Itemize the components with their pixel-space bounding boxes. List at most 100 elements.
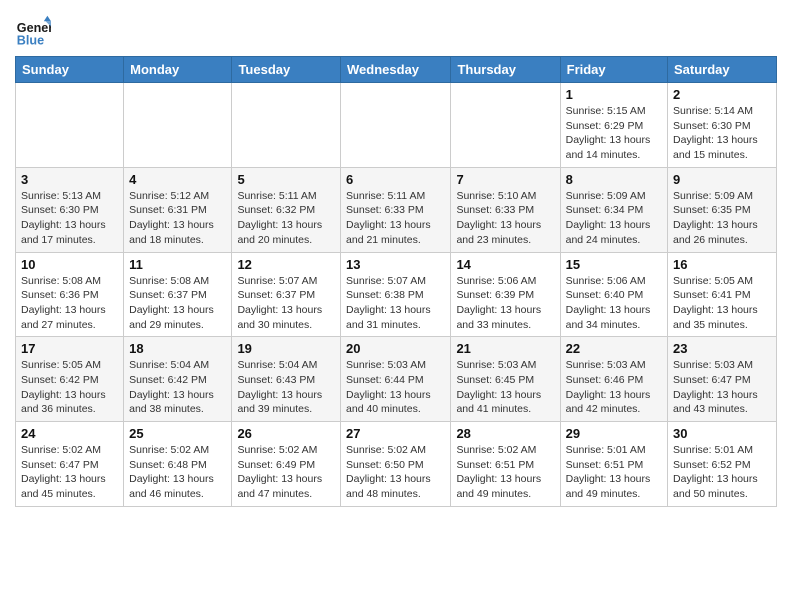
day-info: Sunrise: 5:15 AM Sunset: 6:29 PM Dayligh… [566,104,662,163]
day-number: 5 [237,172,335,187]
calendar-cell [124,83,232,168]
calendar-cell: 11Sunrise: 5:08 AM Sunset: 6:37 PM Dayli… [124,252,232,337]
day-number: 6 [346,172,445,187]
day-number: 30 [673,426,771,441]
calendar-cell: 1 Sunrise: 5:15 AM Sunset: 6:29 PM Daylig… [560,83,667,168]
calendar-cell: 3Sunrise: 5:13 AM Sunset: 6:30 PM Daylig… [16,167,124,252]
day-info: Sunrise: 5:11 AM Sunset: 6:32 PM Dayligh… [237,189,335,248]
day-number: 19 [237,341,335,356]
calendar-cell: 24 Sunrise: 5:02 AM Sunset: 6:47 PM Dayli… [16,422,124,507]
day-number: 18 [129,341,226,356]
calendar-cell [232,83,341,168]
day-number: 16 [673,257,771,272]
calendar-cell [451,83,560,168]
calendar-cell: 20Sunrise: 5:03 AM Sunset: 6:44 PM Dayli… [341,337,451,422]
calendar-cell: 8 Sunrise: 5:09 AM Sunset: 6:34 PM Daylig… [560,167,667,252]
calendar-cell: 25Sunrise: 5:02 AM Sunset: 6:48 PM Dayli… [124,422,232,507]
day-of-week-header: Tuesday [232,57,341,83]
day-number: 15 [566,257,662,272]
day-info: Sunrise: 5:04 AM Sunset: 6:43 PM Dayligh… [237,358,335,417]
day-info: Sunrise: 5:03 AM Sunset: 6:47 PM Dayligh… [673,358,771,417]
calendar-cell: 27Sunrise: 5:02 AM Sunset: 6:50 PM Dayli… [341,422,451,507]
day-info: Sunrise: 5:05 AM Sunset: 6:41 PM Dayligh… [673,274,771,333]
calendar-cell: 10 Sunrise: 5:08 AM Sunset: 6:36 PM Dayli… [16,252,124,337]
day-info: Sunrise: 5:04 AM Sunset: 6:42 PM Dayligh… [129,358,226,417]
day-info: Sunrise: 5:10 AM Sunset: 6:33 PM Dayligh… [456,189,554,248]
calendar-week-row: 3Sunrise: 5:13 AM Sunset: 6:30 PM Daylig… [16,167,777,252]
day-info: Sunrise: 5:09 AM Sunset: 6:35 PM Dayligh… [673,189,771,248]
day-info: Sunrise: 5:13 AM Sunset: 6:30 PM Dayligh… [21,189,118,248]
calendar-cell: 26 Sunrise: 5:02 AM Sunset: 6:49 PM Dayli… [232,422,341,507]
day-info: Sunrise: 5:08 AM Sunset: 6:37 PM Dayligh… [129,274,226,333]
day-info: Sunrise: 5:01 AM Sunset: 6:51 PM Dayligh… [566,443,662,502]
day-number: 28 [456,426,554,441]
day-info: Sunrise: 5:08 AM Sunset: 6:36 PM Dayligh… [21,274,118,333]
calendar-cell: 12Sunrise: 5:07 AM Sunset: 6:37 PM Dayli… [232,252,341,337]
page-header: General Blue [15,10,777,50]
calendar-page: General Blue SundayMondayTuesdayWednesda… [0,0,792,517]
calendar-cell: 18 Sunrise: 5:04 AM Sunset: 6:42 PM Dayli… [124,337,232,422]
calendar-cell: 9 Sunrise: 5:09 AM Sunset: 6:35 PM Daylig… [668,167,777,252]
day-info: Sunrise: 5:02 AM Sunset: 6:49 PM Dayligh… [237,443,335,502]
calendar-cell [341,83,451,168]
day-number: 22 [566,341,662,356]
logo-area: General Blue [15,10,57,50]
day-number: 20 [346,341,445,356]
calendar-cell: 4 Sunrise: 5:12 AM Sunset: 6:31 PM Daylig… [124,167,232,252]
day-info: Sunrise: 5:02 AM Sunset: 6:47 PM Dayligh… [21,443,118,502]
day-number: 8 [566,172,662,187]
day-number: 2 [673,87,771,102]
day-info: Sunrise: 5:02 AM Sunset: 6:51 PM Dayligh… [456,443,554,502]
day-number: 17 [21,341,118,356]
calendar-cell: 7 Sunrise: 5:10 AM Sunset: 6:33 PM Daylig… [451,167,560,252]
day-number: 23 [673,341,771,356]
day-number: 1 [566,87,662,102]
day-info: Sunrise: 5:12 AM Sunset: 6:31 PM Dayligh… [129,189,226,248]
day-info: Sunrise: 5:05 AM Sunset: 6:42 PM Dayligh… [21,358,118,417]
day-number: 29 [566,426,662,441]
day-of-week-header: Wednesday [341,57,451,83]
day-number: 21 [456,341,554,356]
calendar-cell: 6Sunrise: 5:11 AM Sunset: 6:33 PM Daylig… [341,167,451,252]
day-info: Sunrise: 5:09 AM Sunset: 6:34 PM Dayligh… [566,189,662,248]
day-info: Sunrise: 5:06 AM Sunset: 6:40 PM Dayligh… [566,274,662,333]
calendar-cell: 19 Sunrise: 5:04 AM Sunset: 6:43 PM Dayli… [232,337,341,422]
day-number: 9 [673,172,771,187]
day-number: 14 [456,257,554,272]
calendar-week-row: 24 Sunrise: 5:02 AM Sunset: 6:47 PM Dayli… [16,422,777,507]
calendar-cell: 17 Sunrise: 5:05 AM Sunset: 6:42 PM Dayli… [16,337,124,422]
calendar-header-row: SundayMondayTuesdayWednesdayThursdayFrid… [16,57,777,83]
day-number: 4 [129,172,226,187]
calendar-cell: 15 Sunrise: 5:06 AM Sunset: 6:40 PM Dayli… [560,252,667,337]
day-of-week-header: Monday [124,57,232,83]
calendar-cell: 23 Sunrise: 5:03 AM Sunset: 6:47 PM Dayli… [668,337,777,422]
calendar-cell: 30 Sunrise: 5:01 AM Sunset: 6:52 PM Dayli… [668,422,777,507]
day-of-week-header: Sunday [16,57,124,83]
calendar-cell: 14Sunrise: 5:06 AM Sunset: 6:39 PM Dayli… [451,252,560,337]
day-number: 26 [237,426,335,441]
svg-text:Blue: Blue [17,34,44,48]
day-info: Sunrise: 5:03 AM Sunset: 6:46 PM Dayligh… [566,358,662,417]
calendar-week-row: 1 Sunrise: 5:15 AM Sunset: 6:29 PM Daylig… [16,83,777,168]
day-number: 13 [346,257,445,272]
day-info: Sunrise: 5:02 AM Sunset: 6:50 PM Dayligh… [346,443,445,502]
calendar-cell [16,83,124,168]
day-of-week-header: Saturday [668,57,777,83]
calendar-cell: 16 Sunrise: 5:05 AM Sunset: 6:41 PM Dayli… [668,252,777,337]
calendar-body: 1 Sunrise: 5:15 AM Sunset: 6:29 PM Daylig… [16,83,777,507]
day-number: 25 [129,426,226,441]
day-number: 7 [456,172,554,187]
day-number: 10 [21,257,118,272]
day-info: Sunrise: 5:14 AM Sunset: 6:30 PM Dayligh… [673,104,771,163]
day-number: 24 [21,426,118,441]
day-info: Sunrise: 5:07 AM Sunset: 6:37 PM Dayligh… [237,274,335,333]
calendar-cell: 5 Sunrise: 5:11 AM Sunset: 6:32 PM Daylig… [232,167,341,252]
day-info: Sunrise: 5:03 AM Sunset: 6:45 PM Dayligh… [456,358,554,417]
calendar-cell: 21 Sunrise: 5:03 AM Sunset: 6:45 PM Dayli… [451,337,560,422]
calendar-week-row: 17 Sunrise: 5:05 AM Sunset: 6:42 PM Dayli… [16,337,777,422]
day-info: Sunrise: 5:01 AM Sunset: 6:52 PM Dayligh… [673,443,771,502]
calendar-table: SundayMondayTuesdayWednesdayThursdayFrid… [15,56,777,507]
calendar-cell: 2 Sunrise: 5:14 AM Sunset: 6:30 PM Daylig… [668,83,777,168]
day-of-week-header: Friday [560,57,667,83]
calendar-cell: 28 Sunrise: 5:02 AM Sunset: 6:51 PM Dayli… [451,422,560,507]
